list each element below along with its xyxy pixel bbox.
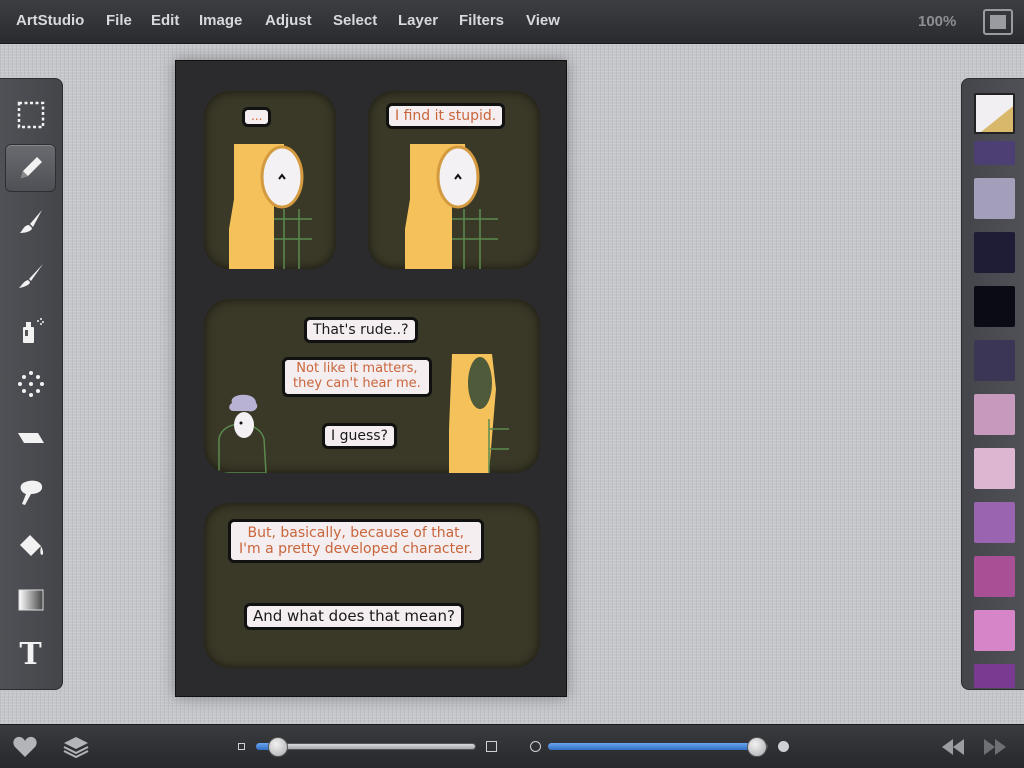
size-large-icon	[486, 741, 497, 752]
color-swatch[interactable]	[974, 141, 1015, 165]
speech-bubble: ...	[242, 107, 272, 127]
brush-size-slider[interactable]	[232, 735, 502, 759]
paint-bucket-icon	[19, 535, 43, 556]
opacity-slider-knob[interactable]	[747, 737, 767, 757]
pencil-tool[interactable]	[5, 144, 56, 192]
scatter-tool[interactable]	[5, 360, 56, 408]
comic-panel-1: ...	[204, 91, 336, 269]
menu-image[interactable]: Image	[199, 12, 242, 29]
speech-bubble: I guess?	[322, 423, 397, 450]
menu-file[interactable]: File	[106, 12, 132, 29]
speech-bubble: And what does that mean?	[244, 603, 464, 631]
fine-brush-icon	[18, 264, 43, 288]
app-name-menu[interactable]: ArtStudio	[16, 12, 84, 29]
fullscreen-icon[interactable]	[983, 9, 1013, 35]
selection-tool[interactable]	[5, 91, 56, 139]
redo-icon[interactable]	[982, 737, 1008, 757]
eraser-icon	[17, 433, 44, 443]
spray-tool[interactable]	[5, 306, 56, 354]
speech-bubble: I find it stupid.	[386, 103, 506, 130]
bubble-line: Not like it matters,	[296, 361, 418, 376]
size-small-icon	[238, 743, 245, 750]
speech-bubble: That's rude..?	[304, 317, 418, 344]
comic-panel-2: I find it stupid.	[368, 91, 540, 269]
gradient-tool[interactable]	[5, 576, 56, 624]
fill-tool[interactable]	[5, 522, 56, 570]
color-swatch[interactable]	[974, 232, 1015, 273]
color-swatch[interactable]	[974, 394, 1015, 435]
smudge-tool[interactable]	[5, 468, 56, 516]
menu-select[interactable]: Select	[333, 12, 377, 29]
comic-panel-4: But, basically, because of that, I'm a p…	[204, 503, 540, 668]
color-swatch[interactable]	[974, 502, 1015, 543]
spray-can-icon	[22, 318, 44, 343]
menu-filters[interactable]: Filters	[459, 12, 504, 29]
color-swatch[interactable]	[974, 664, 1015, 688]
color-swatch[interactable]	[974, 610, 1015, 651]
text-tool[interactable]: T	[5, 630, 56, 678]
bubble-line: they can't hear me.	[293, 375, 421, 391]
size-track	[256, 743, 476, 750]
comic-panel-3: That's rude..? Not like it matters, they…	[204, 299, 540, 473]
menu-layer[interactable]: Layer	[398, 12, 438, 29]
small-character-figure	[218, 394, 267, 473]
drawing-canvas[interactable]: ... I find it stupid. That's rude..? Not…	[175, 60, 567, 697]
color-swatch[interactable]	[974, 286, 1015, 327]
speech-bubble-multiline: But, basically, because of that, I'm a p…	[228, 519, 484, 564]
brush-icon	[19, 210, 42, 233]
opacity-track-fill	[548, 743, 757, 750]
bubble-line: I'm a pretty developed character.	[239, 541, 473, 558]
current-color-swatch[interactable]	[974, 93, 1015, 134]
speech-bubble-multiline: Not like it matters, they can't hear me.	[282, 357, 432, 397]
color-swatch[interactable]	[974, 340, 1015, 381]
text-icon: T	[19, 636, 42, 672]
hooded-character-figure	[449, 354, 509, 473]
bottom-bar	[0, 724, 1024, 768]
gradient-icon	[18, 589, 43, 611]
heart-icon[interactable]	[12, 735, 38, 759]
hooded-character-figure	[229, 144, 312, 269]
opacity-low-icon	[530, 741, 541, 752]
opacity-slider[interactable]	[526, 735, 796, 759]
dots-icon	[17, 371, 44, 397]
brush-tool[interactable]	[5, 198, 56, 246]
tool-panel: T	[0, 78, 63, 690]
color-swatch[interactable]	[974, 556, 1015, 597]
color-swatch[interactable]	[974, 448, 1015, 489]
menu-edit[interactable]: Edit	[151, 12, 179, 29]
layers-icon[interactable]	[62, 735, 90, 761]
opacity-high-icon	[778, 741, 789, 752]
zoom-level: 100%	[918, 13, 957, 30]
color-palette	[961, 78, 1024, 690]
bubble-line: But, basically, because of that,	[247, 525, 465, 541]
hooded-character-figure	[405, 144, 498, 269]
menu-adjust[interactable]: Adjust	[265, 12, 312, 29]
menu-view[interactable]: View	[526, 12, 560, 29]
undo-icon[interactable]	[940, 737, 966, 757]
smudge-icon	[20, 480, 42, 505]
fine-brush-tool[interactable]	[5, 252, 56, 300]
color-swatch[interactable]	[974, 178, 1015, 219]
eraser-tool[interactable]	[5, 414, 56, 462]
size-slider-knob[interactable]	[268, 737, 288, 757]
pencil-icon	[20, 157, 42, 178]
menu-bar: ArtStudio File Edit Image Adjust Select …	[0, 0, 1024, 44]
color-split-icon	[976, 95, 1013, 132]
dashed-rect-icon	[17, 101, 44, 129]
